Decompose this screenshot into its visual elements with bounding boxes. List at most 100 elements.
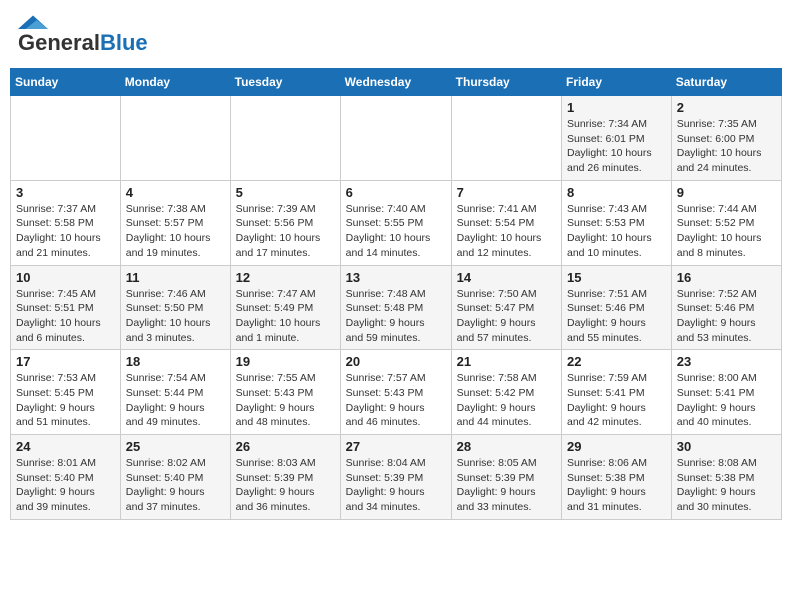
day-info: Sunrise: 7:51 AM Sunset: 5:46 PM Dayligh… bbox=[567, 287, 666, 346]
calendar-cell: 19 Sunrise: 7:55 AM Sunset: 5:43 PM Dayli… bbox=[230, 350, 340, 435]
day-info: Sunrise: 8:02 AM Sunset: 5:40 PM Dayligh… bbox=[126, 456, 225, 515]
day-info: Sunrise: 8:01 AM Sunset: 5:40 PM Dayligh… bbox=[16, 456, 115, 515]
day-number: 9 bbox=[677, 185, 776, 200]
day-number: 19 bbox=[236, 354, 335, 369]
weekday-header-friday: Friday bbox=[562, 69, 672, 96]
calendar-cell: 11 Sunrise: 7:46 AM Sunset: 5:50 PM Dayli… bbox=[120, 265, 230, 350]
day-info: Sunrise: 7:57 AM Sunset: 5:43 PM Dayligh… bbox=[346, 371, 446, 430]
day-number: 16 bbox=[677, 270, 776, 285]
day-info: Sunrise: 7:50 AM Sunset: 5:47 PM Dayligh… bbox=[457, 287, 556, 346]
calendar-cell: 25 Sunrise: 8:02 AM Sunset: 5:40 PM Dayli… bbox=[120, 435, 230, 520]
calendar-cell: 14 Sunrise: 7:50 AM Sunset: 5:47 PM Dayli… bbox=[451, 265, 561, 350]
day-info: Sunrise: 7:55 AM Sunset: 5:43 PM Dayligh… bbox=[236, 371, 335, 430]
calendar-cell: 7Sunrise: 7:41 AM Sunset: 5:54 PM Daylig… bbox=[451, 180, 561, 265]
day-number: 5 bbox=[236, 185, 335, 200]
day-info: Sunrise: 8:05 AM Sunset: 5:39 PM Dayligh… bbox=[457, 456, 556, 515]
logo: GeneralBlue bbox=[18, 14, 148, 56]
page-header: GeneralBlue bbox=[10, 10, 782, 60]
day-number: 4 bbox=[126, 185, 225, 200]
day-number: 30 bbox=[677, 439, 776, 454]
day-info: Sunrise: 7:46 AM Sunset: 5:50 PM Dayligh… bbox=[126, 287, 225, 346]
day-number: 1 bbox=[567, 100, 666, 115]
day-number: 29 bbox=[567, 439, 666, 454]
calendar-cell: 10 Sunrise: 7:45 AM Sunset: 5:51 PM Dayli… bbox=[11, 265, 121, 350]
day-info: Sunrise: 7:47 AM Sunset: 5:49 PM Dayligh… bbox=[236, 287, 335, 346]
day-number: 3 bbox=[16, 185, 115, 200]
calendar-cell: 21 Sunrise: 7:58 AM Sunset: 5:42 PM Dayli… bbox=[451, 350, 561, 435]
day-number: 22 bbox=[567, 354, 666, 369]
calendar-week-2: 3Sunrise: 7:37 AM Sunset: 5:58 PM Daylig… bbox=[11, 180, 782, 265]
calendar-cell: 12 Sunrise: 7:47 AM Sunset: 5:49 PM Dayli… bbox=[230, 265, 340, 350]
day-number: 17 bbox=[16, 354, 115, 369]
day-info: Sunrise: 8:08 AM Sunset: 5:38 PM Dayligh… bbox=[677, 456, 776, 515]
calendar-cell: 29 Sunrise: 8:06 AM Sunset: 5:38 PM Dayli… bbox=[562, 435, 672, 520]
calendar-cell: 17 Sunrise: 7:53 AM Sunset: 5:45 PM Dayli… bbox=[11, 350, 121, 435]
weekday-header-saturday: Saturday bbox=[671, 69, 781, 96]
calendar-cell bbox=[120, 96, 230, 181]
day-info: Sunrise: 7:41 AM Sunset: 5:54 PM Dayligh… bbox=[457, 202, 556, 261]
logo-text: GeneralBlue bbox=[18, 30, 148, 56]
day-info: Sunrise: 7:44 AM Sunset: 5:52 PM Dayligh… bbox=[677, 202, 776, 261]
day-number: 27 bbox=[346, 439, 446, 454]
calendar-cell: 5 Sunrise: 7:39 AM Sunset: 5:56 PM Daylig… bbox=[230, 180, 340, 265]
day-number: 6 bbox=[346, 185, 446, 200]
day-number: 28 bbox=[457, 439, 556, 454]
calendar-week-3: 10 Sunrise: 7:45 AM Sunset: 5:51 PM Dayli… bbox=[11, 265, 782, 350]
calendar-cell: 18 Sunrise: 7:54 AM Sunset: 5:44 PM Dayli… bbox=[120, 350, 230, 435]
day-number: 26 bbox=[236, 439, 335, 454]
weekday-header-thursday: Thursday bbox=[451, 69, 561, 96]
calendar-cell: 8Sunrise: 7:43 AM Sunset: 5:53 PM Daylig… bbox=[562, 180, 672, 265]
calendar-cell: 3Sunrise: 7:37 AM Sunset: 5:58 PM Daylig… bbox=[11, 180, 121, 265]
day-number: 14 bbox=[457, 270, 556, 285]
day-number: 10 bbox=[16, 270, 115, 285]
calendar-cell: 1 Sunrise: 7:34 AM Sunset: 6:01 PM Daylig… bbox=[562, 96, 672, 181]
calendar-table: SundayMondayTuesdayWednesdayThursdayFrid… bbox=[10, 68, 782, 520]
calendar-cell: 27Sunrise: 8:04 AM Sunset: 5:39 PM Dayli… bbox=[340, 435, 451, 520]
day-number: 25 bbox=[126, 439, 225, 454]
day-info: Sunrise: 7:43 AM Sunset: 5:53 PM Dayligh… bbox=[567, 202, 666, 261]
day-info: Sunrise: 8:06 AM Sunset: 5:38 PM Dayligh… bbox=[567, 456, 666, 515]
day-info: Sunrise: 7:53 AM Sunset: 5:45 PM Dayligh… bbox=[16, 371, 115, 430]
calendar-cell: 23 Sunrise: 8:00 AM Sunset: 5:41 PM Dayli… bbox=[671, 350, 781, 435]
day-number: 23 bbox=[677, 354, 776, 369]
calendar-cell: 16Sunrise: 7:52 AM Sunset: 5:46 PM Dayli… bbox=[671, 265, 781, 350]
day-number: 24 bbox=[16, 439, 115, 454]
weekday-header-sunday: Sunday bbox=[11, 69, 121, 96]
calendar-cell: 22 Sunrise: 7:59 AM Sunset: 5:41 PM Dayli… bbox=[562, 350, 672, 435]
calendar-cell: 28 Sunrise: 8:05 AM Sunset: 5:39 PM Dayli… bbox=[451, 435, 561, 520]
day-info: Sunrise: 7:58 AM Sunset: 5:42 PM Dayligh… bbox=[457, 371, 556, 430]
day-info: Sunrise: 7:38 AM Sunset: 5:57 PM Dayligh… bbox=[126, 202, 225, 261]
weekday-header-tuesday: Tuesday bbox=[230, 69, 340, 96]
day-number: 2 bbox=[677, 100, 776, 115]
day-number: 20 bbox=[346, 354, 446, 369]
calendar-cell bbox=[230, 96, 340, 181]
calendar-cell: 30 Sunrise: 8:08 AM Sunset: 5:38 PM Dayli… bbox=[671, 435, 781, 520]
day-number: 21 bbox=[457, 354, 556, 369]
calendar-cell: 20 Sunrise: 7:57 AM Sunset: 5:43 PM Dayli… bbox=[340, 350, 451, 435]
calendar-cell bbox=[340, 96, 451, 181]
day-info: Sunrise: 7:54 AM Sunset: 5:44 PM Dayligh… bbox=[126, 371, 225, 430]
calendar-week-1: 1 Sunrise: 7:34 AM Sunset: 6:01 PM Daylig… bbox=[11, 96, 782, 181]
calendar-week-5: 24 Sunrise: 8:01 AM Sunset: 5:40 PM Dayli… bbox=[11, 435, 782, 520]
day-info: Sunrise: 7:59 AM Sunset: 5:41 PM Dayligh… bbox=[567, 371, 666, 430]
day-info: Sunrise: 7:45 AM Sunset: 5:51 PM Dayligh… bbox=[16, 287, 115, 346]
weekday-header-monday: Monday bbox=[120, 69, 230, 96]
calendar-cell: 6 Sunrise: 7:40 AM Sunset: 5:55 PM Daylig… bbox=[340, 180, 451, 265]
day-number: 11 bbox=[126, 270, 225, 285]
day-number: 12 bbox=[236, 270, 335, 285]
day-info: Sunrise: 7:39 AM Sunset: 5:56 PM Dayligh… bbox=[236, 202, 335, 261]
day-info: Sunrise: 7:34 AM Sunset: 6:01 PM Dayligh… bbox=[567, 117, 666, 176]
day-info: Sunrise: 8:00 AM Sunset: 5:41 PM Dayligh… bbox=[677, 371, 776, 430]
calendar-cell: 24 Sunrise: 8:01 AM Sunset: 5:40 PM Dayli… bbox=[11, 435, 121, 520]
calendar-week-4: 17 Sunrise: 7:53 AM Sunset: 5:45 PM Dayli… bbox=[11, 350, 782, 435]
calendar-cell bbox=[11, 96, 121, 181]
weekday-header-row: SundayMondayTuesdayWednesdayThursdayFrid… bbox=[11, 69, 782, 96]
day-number: 15 bbox=[567, 270, 666, 285]
calendar-cell: 4 Sunrise: 7:38 AM Sunset: 5:57 PM Daylig… bbox=[120, 180, 230, 265]
day-info: Sunrise: 7:48 AM Sunset: 5:48 PM Dayligh… bbox=[346, 287, 446, 346]
day-number: 13 bbox=[346, 270, 446, 285]
weekday-header-wednesday: Wednesday bbox=[340, 69, 451, 96]
day-number: 18 bbox=[126, 354, 225, 369]
day-info: Sunrise: 7:40 AM Sunset: 5:55 PM Dayligh… bbox=[346, 202, 446, 261]
calendar-cell bbox=[451, 96, 561, 181]
